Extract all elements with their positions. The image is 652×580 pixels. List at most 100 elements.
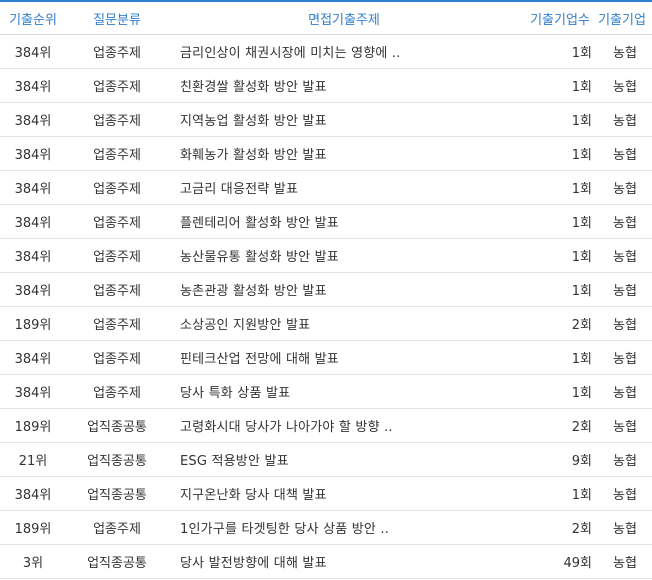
table-row[interactable]: 21위 업직종공통 ESG 적용방안 발표 9회 농협 (0, 443, 652, 477)
company-cell: 농협 (613, 420, 637, 435)
rank-cell: 384위 (14, 114, 52, 129)
category-cell: 업종주제 (93, 250, 141, 265)
topic-link[interactable]: 당사 발전방향에 대해 발표 (180, 556, 327, 571)
company-cell: 농협 (613, 522, 637, 537)
topic-link[interactable]: ESG 적용방안 발표 (180, 454, 289, 469)
table-row[interactable]: 384위 업직종공통 지구온난화 당사 대책 발표 1회 농협 (0, 477, 652, 511)
table-row[interactable]: 189위 업종주제 소상공인 지원방안 발표 2회 농협 (0, 307, 652, 341)
topic-link[interactable]: 농촌관광 활성화 방안 발표 (180, 284, 327, 299)
count-cell: 1회 (571, 148, 592, 163)
topic-cell[interactable]: 금리인상이 채권시장에 미치는 영향에 .. (168, 42, 520, 61)
category-cell: 업종주제 (93, 522, 141, 537)
company-cell: 농협 (613, 352, 637, 367)
topic-cell[interactable]: 화훼농가 활성화 방안 발표 (168, 144, 520, 163)
topic-cell[interactable]: 지역농업 활성화 방안 발표 (168, 110, 520, 129)
company-cell: 농협 (613, 454, 637, 469)
table-row[interactable]: 189위 업종주제 1인가구를 타겟팅한 당사 상품 방안 .. 2회 농협 (0, 511, 652, 545)
table-row[interactable]: 384위 업종주제 당사 특화 상품 발표 1회 농협 (0, 375, 652, 409)
category-cell: 업종주제 (93, 284, 141, 299)
topic-cell[interactable]: 농촌관광 활성화 방안 발표 (168, 280, 520, 299)
table-row[interactable]: 384위 업종주제 금리인상이 채권시장에 미치는 영향에 .. 1회 농협 (0, 35, 652, 69)
header-count[interactable]: 기출기업수 (520, 9, 592, 28)
count-cell: 2회 (571, 318, 592, 333)
header-topic[interactable]: 면접기출주제 (168, 9, 520, 28)
count-cell: 1회 (571, 114, 592, 129)
topic-link[interactable]: 친환경쌀 활성화 방안 발표 (180, 80, 327, 95)
table-row[interactable]: 384위 업종주제 플렌테리어 활성화 방안 발표 1회 농협 (0, 205, 652, 239)
company-cell: 농협 (613, 46, 637, 61)
topic-cell[interactable]: 지구온난화 당사 대책 발표 (168, 484, 520, 503)
company-cell: 농협 (613, 148, 637, 163)
topic-link[interactable]: 지역농업 활성화 방안 발표 (180, 114, 327, 129)
rank-cell: 384위 (14, 46, 52, 61)
category-cell: 업종주제 (93, 46, 141, 61)
count-cell: 1회 (571, 46, 592, 61)
topic-cell[interactable]: 플렌테리어 활성화 방안 발표 (168, 212, 520, 231)
category-cell: 업종주제 (93, 386, 141, 401)
topic-cell[interactable]: 고금리 대응전략 발표 (168, 178, 520, 197)
table-row[interactable]: 384위 업종주제 친환경쌀 활성화 방안 발표 1회 농협 (0, 69, 652, 103)
topic-link[interactable]: 핀테크산업 전망에 대해 발표 (180, 352, 339, 367)
count-cell: 1회 (571, 488, 592, 503)
count-cell: 1회 (571, 386, 592, 401)
company-cell: 농협 (613, 284, 637, 299)
table-row[interactable]: 384위 업종주제 화훼농가 활성화 방안 발표 1회 농협 (0, 137, 652, 171)
header-company[interactable]: 기출기업 (592, 9, 652, 28)
topic-link[interactable]: 플렌테리어 활성화 방안 발표 (180, 216, 339, 231)
topic-cell[interactable]: 농산물유통 활성화 방안 발표 (168, 246, 520, 265)
table-header: 기출순위 질문분류 면접기출주제 기출기업수 기출기업 (0, 2, 652, 35)
rank-cell: 384위 (14, 80, 52, 95)
topic-link[interactable]: 고금리 대응전략 발표 (180, 182, 298, 197)
category-cell: 업종주제 (93, 148, 141, 163)
rank-cell: 21위 (18, 454, 48, 469)
topic-link[interactable]: 농산물유통 활성화 방안 발표 (180, 250, 339, 265)
count-cell: 2회 (571, 420, 592, 435)
table-row[interactable]: 384위 업종주제 지역농업 활성화 방안 발표 1회 농협 (0, 103, 652, 137)
table-row[interactable]: 384위 업종주제 농촌관광 활성화 방안 발표 1회 농협 (0, 273, 652, 307)
company-cell: 농협 (613, 114, 637, 129)
category-cell: 업직종공통 (87, 488, 147, 503)
topic-cell[interactable]: 친환경쌀 활성화 방안 발표 (168, 76, 520, 95)
category-cell: 업종주제 (93, 216, 141, 231)
company-cell: 농협 (613, 80, 637, 95)
company-cell: 농협 (613, 556, 637, 571)
topic-cell[interactable]: 1인가구를 타겟팅한 당사 상품 방안 .. (168, 518, 520, 537)
table-row[interactable]: 384위 업종주제 핀테크산업 전망에 대해 발표 1회 농협 (0, 341, 652, 375)
header-rank[interactable]: 기출순위 (0, 9, 66, 28)
topic-link[interactable]: 소상공인 지원방안 발표 (180, 318, 310, 333)
category-cell: 업종주제 (93, 182, 141, 197)
category-cell: 업종주제 (93, 352, 141, 367)
table-row[interactable]: 384위 업종주제 농산물유통 활성화 방안 발표 1회 농협 (0, 239, 652, 273)
topic-link[interactable]: 고령화시대 당사가 나아가야 할 방향 .. (180, 420, 393, 435)
count-cell: 1회 (571, 250, 592, 265)
table-row[interactable]: 384위 업종주제 고금리 대응전략 발표 1회 농협 (0, 171, 652, 205)
topic-cell[interactable]: 소상공인 지원방안 발표 (168, 314, 520, 333)
table-row[interactable]: 3위 업직종공통 당사 발전방향에 대해 발표 49회 농협 (0, 545, 652, 579)
topic-cell[interactable]: 핀테크산업 전망에 대해 발표 (168, 348, 520, 367)
rank-cell: 384위 (14, 386, 52, 401)
topic-link[interactable]: 금리인상이 채권시장에 미치는 영향에 .. (180, 46, 401, 61)
count-cell: 1회 (571, 216, 592, 231)
topic-cell[interactable]: 당사 발전방향에 대해 발표 (168, 552, 520, 571)
count-cell: 1회 (571, 284, 592, 299)
interview-topics-table: 기출순위 질문분류 면접기출주제 기출기업수 기출기업 384위 업종주제 금리… (0, 0, 652, 580)
count-cell: 49회 (563, 556, 592, 571)
count-cell: 1회 (571, 352, 592, 367)
company-cell: 농협 (613, 488, 637, 503)
company-cell: 농협 (613, 250, 637, 265)
rank-cell: 189위 (14, 522, 52, 537)
topic-cell[interactable]: 고령화시대 당사가 나아가야 할 방향 .. (168, 416, 520, 435)
topic-cell[interactable]: 당사 특화 상품 발표 (168, 382, 520, 401)
topic-link[interactable]: 지구온난화 당사 대책 발표 (180, 488, 327, 503)
topic-link[interactable]: 1인가구를 타겟팅한 당사 상품 방안 .. (180, 522, 389, 537)
rank-cell: 384위 (14, 250, 52, 265)
table-row[interactable]: 189위 업직종공통 고령화시대 당사가 나아가야 할 방향 .. 2회 농협 (0, 409, 652, 443)
company-cell: 농협 (613, 386, 637, 401)
header-category[interactable]: 질문분류 (66, 9, 168, 28)
rank-cell: 189위 (14, 318, 52, 333)
topic-cell[interactable]: ESG 적용방안 발표 (168, 450, 520, 469)
topic-link[interactable]: 당사 특화 상품 발표 (180, 386, 290, 401)
topic-link[interactable]: 화훼농가 활성화 방안 발표 (180, 148, 327, 163)
rank-cell: 189위 (14, 420, 52, 435)
rank-cell: 384위 (14, 216, 52, 231)
